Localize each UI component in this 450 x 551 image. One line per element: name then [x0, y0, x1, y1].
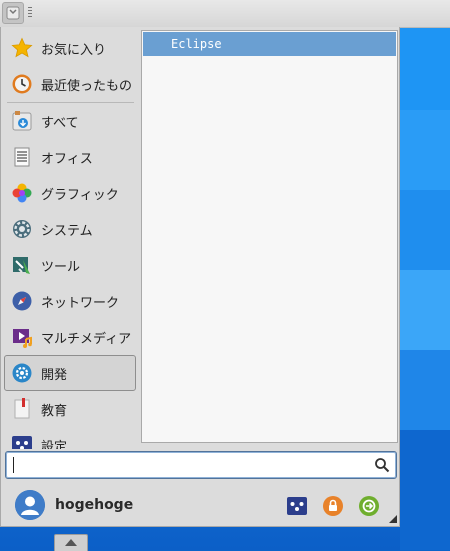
category-office[interactable]: オフィス	[4, 139, 136, 175]
category-recent[interactable]: 最近使ったもの	[4, 66, 136, 102]
text-cursor	[13, 457, 14, 473]
search-input[interactable]	[10, 455, 370, 475]
settings-manager-icon	[287, 497, 307, 515]
desktop-wallpaper-block	[400, 430, 450, 550]
category-label: システム	[41, 223, 93, 239]
resize-grip[interactable]	[389, 515, 397, 523]
top-panel	[0, 0, 450, 28]
menu-footer: hogehoge	[1, 485, 399, 525]
bottom-panel-button[interactable]	[54, 534, 88, 551]
category-network[interactable]: ネットワーク	[4, 283, 136, 319]
username: hogehoge	[55, 497, 134, 513]
office-icon	[11, 146, 33, 168]
desktop-wallpaper-block	[400, 190, 450, 270]
category-all[interactable]: すべて	[4, 103, 136, 139]
category-list: お気に入り 最近使ったもの すべて オフィス グラフィック システム ツール ネ…	[4, 30, 136, 449]
application-list: Eclipse	[141, 30, 398, 443]
desktop-wallpaper-block	[400, 350, 450, 430]
category-system[interactable]: システム	[4, 211, 136, 247]
network-icon	[11, 290, 33, 312]
app-label: Eclipse	[171, 37, 222, 51]
desktop-wallpaper-block	[400, 270, 450, 350]
desktop-wallpaper-block	[400, 28, 450, 110]
category-development[interactable]: 開発	[4, 355, 136, 391]
development-icon	[11, 362, 33, 384]
category-label: マルチメディア	[41, 331, 132, 347]
category-label: すべて	[41, 115, 79, 131]
logout-button[interactable]	[358, 495, 380, 517]
tools-icon	[11, 254, 33, 276]
whisker-menu-icon	[6, 6, 20, 20]
category-label: グラフィック	[41, 187, 119, 203]
category-multimedia[interactable]: マルチメディア	[4, 319, 136, 355]
search-icon	[375, 458, 390, 473]
all-apps-icon	[11, 110, 33, 132]
search-field[interactable]	[5, 451, 397, 479]
category-education[interactable]: 教育	[4, 391, 136, 427]
star-icon	[11, 37, 33, 59]
category-label: 設定	[41, 439, 68, 450]
settings-manager-button[interactable]	[286, 495, 308, 517]
category-label: 開発	[41, 367, 68, 383]
desktop-wallpaper-block	[400, 110, 450, 190]
multimedia-icon	[11, 326, 33, 348]
application-menu: お気に入り 最近使ったもの すべて オフィス グラフィック システム ツール ネ…	[0, 27, 400, 527]
lock-icon	[323, 496, 343, 516]
graphics-icon	[11, 182, 33, 204]
app-menu-button[interactable]	[2, 2, 24, 24]
system-gear-icon	[11, 218, 33, 240]
category-graphics[interactable]: グラフィック	[4, 175, 136, 211]
category-label: ネットワーク	[41, 295, 120, 311]
panel-drag-handle[interactable]	[28, 7, 32, 19]
category-label: 教育	[41, 403, 68, 419]
education-icon	[11, 398, 33, 420]
lock-screen-button[interactable]	[322, 495, 344, 517]
category-settings[interactable]: 設定	[4, 427, 136, 449]
category-label: ツール	[41, 259, 81, 275]
category-label: 最近使ったもの	[41, 78, 133, 94]
category-label: オフィス	[41, 151, 93, 167]
category-tools[interactable]: ツール	[4, 247, 136, 283]
category-favorites[interactable]: お気に入り	[4, 30, 136, 66]
category-label: お気に入り	[41, 42, 107, 58]
logout-icon	[359, 496, 379, 516]
settings-icon	[11, 434, 33, 449]
user-avatar	[15, 490, 45, 520]
avatar-icon	[15, 490, 45, 520]
recent-icon	[11, 73, 33, 95]
arrow-up-icon	[65, 539, 77, 546]
app-item-eclipse[interactable]: Eclipse	[143, 32, 396, 56]
